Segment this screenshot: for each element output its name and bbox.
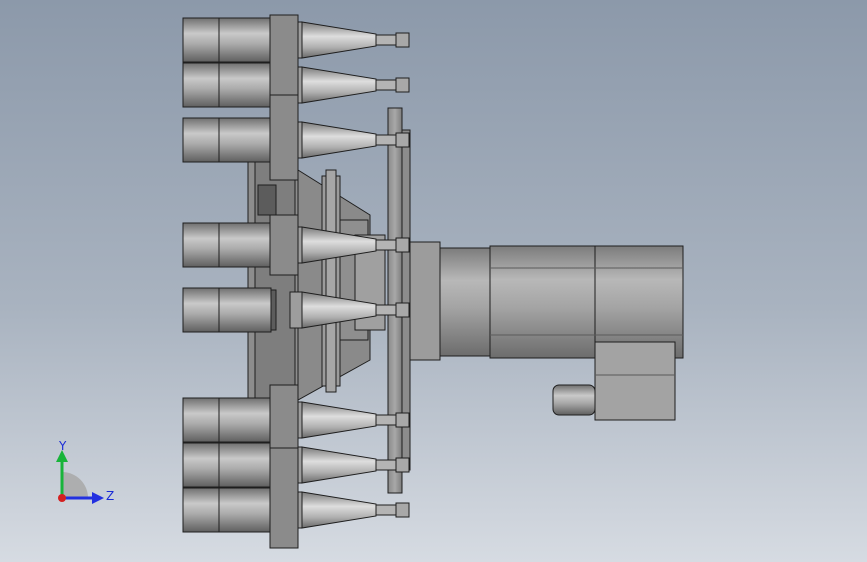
pull-stud-head	[395, 77, 410, 93]
holder-taper-cone	[301, 121, 377, 159]
holder-body	[182, 117, 220, 163]
pull-stud	[375, 79, 397, 91]
holder-body	[182, 442, 220, 488]
holder-body	[182, 222, 220, 268]
holder-taper-cone	[301, 491, 377, 529]
holder-body	[218, 287, 272, 333]
triad-base-quadrant	[62, 472, 88, 498]
z-axis-label: Z	[106, 489, 114, 503]
holder-body	[182, 487, 220, 533]
pull-stud	[375, 459, 397, 471]
holder-body	[218, 487, 272, 533]
holder-taper-cone	[301, 446, 377, 484]
pull-stud	[375, 239, 397, 251]
holder-body	[218, 17, 272, 63]
x-axis-icon	[58, 494, 66, 502]
pull-stud	[375, 134, 397, 146]
pull-stud	[375, 504, 397, 516]
holder-body	[182, 17, 220, 63]
pull-stud-head	[395, 502, 410, 518]
pull-stud-head	[395, 32, 410, 48]
holder-body	[182, 62, 220, 108]
y-axis-label: Y	[58, 440, 67, 453]
pull-stud-head	[395, 132, 410, 148]
holder-body	[218, 117, 272, 163]
pull-stud-head	[395, 457, 410, 473]
coordinate-triad: Y Z	[56, 440, 114, 504]
mounting-plate[interactable]	[387, 107, 411, 494]
cad-viewport[interactable]	[0, 0, 867, 562]
holder-body	[218, 62, 272, 108]
holder-taper-cone	[301, 401, 377, 439]
holder-body	[218, 397, 272, 443]
pull-stud	[375, 304, 397, 316]
pull-stud-head	[395, 412, 410, 428]
holder-taper-cone	[301, 66, 377, 104]
pull-stud	[375, 414, 397, 426]
holder-body	[218, 222, 272, 268]
holder-taper-cone	[301, 21, 377, 59]
pull-stud	[375, 34, 397, 46]
holder-body	[182, 287, 220, 333]
holder-body	[182, 397, 220, 443]
pull-stud-head	[395, 237, 410, 253]
holder-body	[218, 442, 272, 488]
pull-stud-head	[395, 302, 410, 318]
holder-collar	[289, 291, 303, 329]
